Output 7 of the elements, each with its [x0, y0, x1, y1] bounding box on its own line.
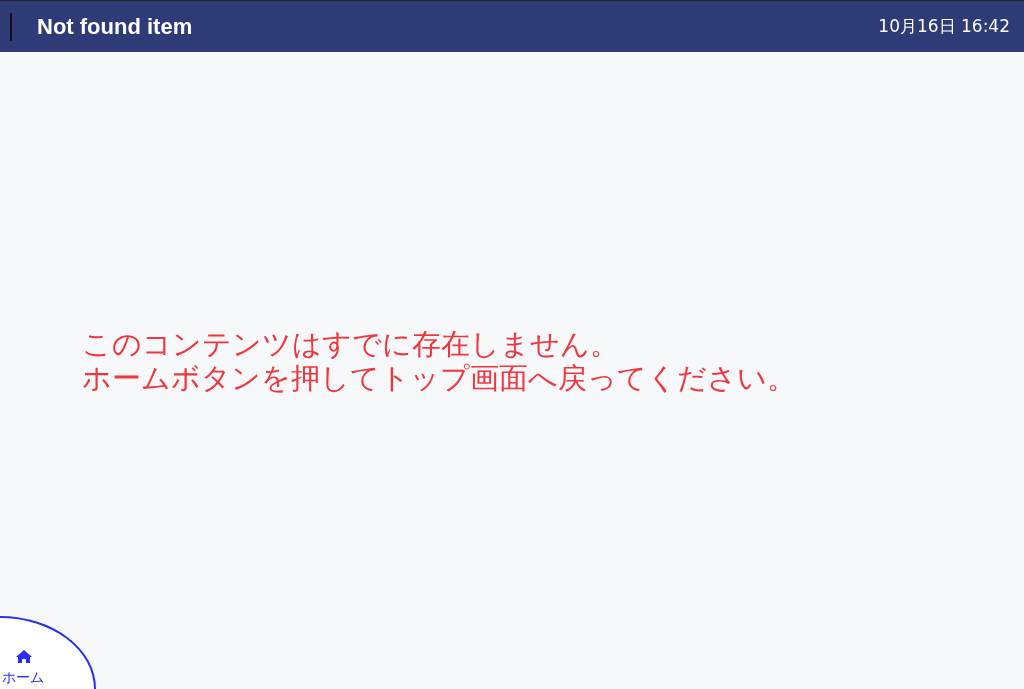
error-message-line: このコンテンツはすでに存在しません。 — [82, 326, 620, 361]
date-time: 10月16日 16:42 — [878, 15, 1010, 38]
error-message-line: ホームボタンを押してトップ画面へ戻ってください。 — [82, 360, 796, 395]
page-title: Not found item — [37, 13, 194, 40]
home-button[interactable]: ホーム — [0, 616, 96, 689]
header-divider — [10, 12, 12, 41]
home-icon — [16, 650, 32, 663]
